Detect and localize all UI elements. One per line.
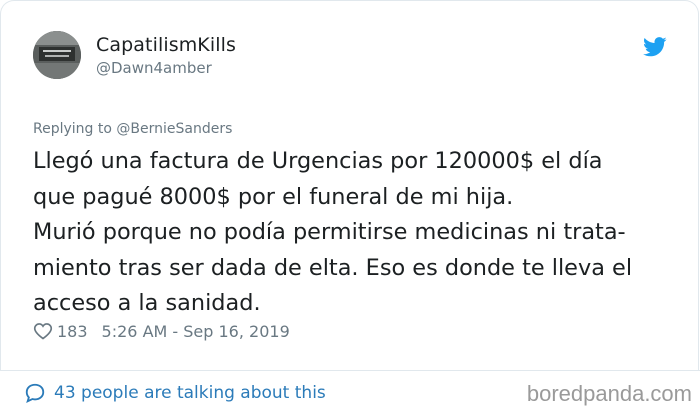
- timestamp[interactable]: 5:26 AM - Sep 16, 2019: [102, 322, 290, 341]
- display-name[interactable]: CapatilismKills: [96, 34, 236, 56]
- watermark-logo: boredpanda.com: [526, 381, 692, 406]
- avatar[interactable]: [33, 31, 81, 79]
- avatar-image: [33, 31, 81, 79]
- tweet-card: CapatilismKills @Dawn4amber Replying to …: [0, 0, 699, 371]
- divider: [0, 370, 700, 371]
- tweet-meta: 183 5:26 AM - Sep 16, 2019: [33, 319, 290, 343]
- heart-icon[interactable]: [33, 321, 53, 341]
- user-handle[interactable]: @Dawn4amber: [96, 59, 212, 77]
- twitter-bird-icon[interactable]: [643, 37, 667, 57]
- like-count[interactable]: 183: [57, 322, 88, 341]
- talking-label: 43 people are talking about this: [54, 383, 326, 403]
- talking-link[interactable]: 43 people are talking about this: [24, 382, 326, 404]
- replying-to[interactable]: Replying to @BernieSanders: [33, 121, 232, 137]
- speech-bubble-icon: [25, 383, 45, 403]
- tweet-text: Llegó una factura de Urgencias por 12000…: [33, 148, 633, 316]
